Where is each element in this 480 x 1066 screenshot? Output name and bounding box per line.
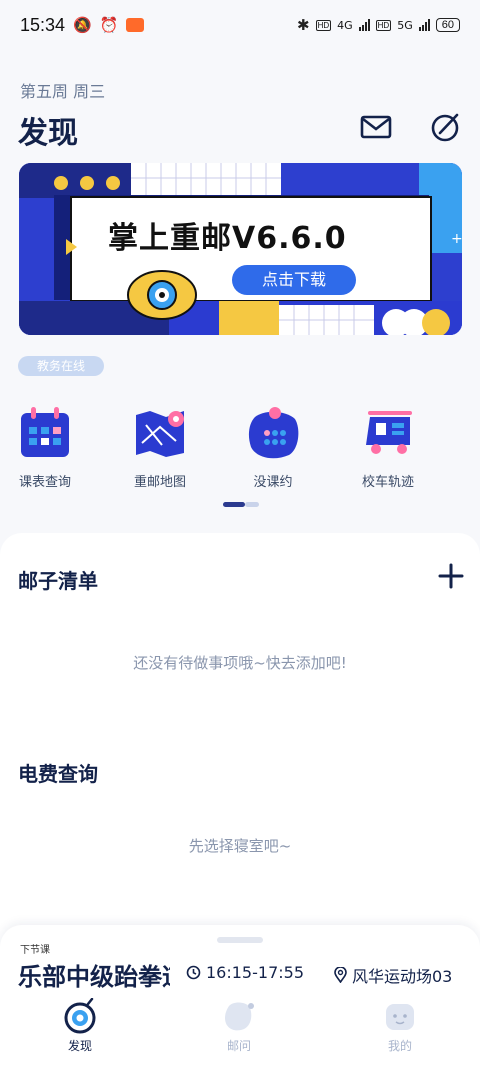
hd-badge: HD bbox=[315, 19, 332, 31]
banner-title: 掌上重邮V6.6.0 bbox=[108, 221, 347, 256]
bluetooth-icon: ✱ bbox=[296, 16, 310, 34]
next-class-location: 风华运动场03 bbox=[334, 963, 452, 987]
tab-label: 邮问 bbox=[226, 1039, 251, 1053]
tab-ask[interactable]: 邮问 bbox=[199, 998, 279, 1054]
edit-button[interactable] bbox=[430, 112, 462, 142]
bus-icon bbox=[366, 411, 412, 454]
download-button[interactable]: 点击下载 bbox=[232, 265, 356, 295]
service-free-time[interactable]: 没课约 bbox=[228, 405, 318, 490]
clock-icon bbox=[186, 965, 201, 980]
bottom-tab-bar: 发现 邮问 我的 bbox=[0, 998, 480, 1060]
tab-profile[interactable]: 我的 bbox=[360, 998, 440, 1054]
service-timetable[interactable]: 课表查询 bbox=[0, 405, 90, 490]
mute-icon: 🔕 bbox=[73, 16, 92, 34]
page-title: 发现 bbox=[18, 116, 78, 151]
schedule-icon bbox=[248, 407, 299, 459]
svg-text:+: + bbox=[451, 231, 462, 247]
services-row: 课表查询 重邮地图 没课约 校车轨迹 bbox=[0, 405, 480, 495]
battery-icon: 60 bbox=[435, 18, 460, 32]
status-bar: 15:34 🔕 ⏰ ✱ HD 4G HD 5G 60 bbox=[0, 0, 480, 50]
electricity-title: 电费查询 bbox=[18, 762, 98, 786]
todo-empty-text: 还没有待做事项哦~快去添加吧! bbox=[133, 654, 347, 672]
mail-icon bbox=[360, 115, 392, 139]
todo-title: 邮子清单 bbox=[18, 569, 98, 593]
service-label: 校车轨迹 bbox=[361, 475, 414, 490]
week-label: 第五周 周三 bbox=[20, 82, 106, 101]
hd-badge-2: HD bbox=[375, 19, 392, 31]
next-class-label: 下节课 bbox=[20, 945, 50, 956]
page-dot-active bbox=[223, 502, 245, 507]
promo-banner[interactable]: + 掌上重邮V6.6.0 点击下载 bbox=[19, 163, 462, 335]
next-class-time: 16:15-17:55 bbox=[186, 963, 304, 982]
profile-icon bbox=[386, 1004, 414, 1030]
calendar-icon bbox=[21, 407, 69, 457]
signal-icon-2 bbox=[418, 19, 430, 31]
alarm-icon: ⏰ bbox=[99, 16, 119, 34]
service-bus[interactable]: 校车轨迹 bbox=[343, 405, 433, 490]
network-5g-label: 5G bbox=[397, 18, 413, 32]
location-pin-icon bbox=[334, 967, 347, 983]
tab-label: 发现 bbox=[67, 1039, 92, 1053]
mail-button[interactable] bbox=[360, 112, 392, 142]
page-dot bbox=[245, 502, 259, 507]
next-class-time-text: 16:15-17:55 bbox=[206, 963, 304, 982]
electricity-empty-text[interactable]: 先选择寝室吧~ bbox=[0, 835, 480, 856]
page-indicator bbox=[223, 502, 259, 507]
service-label: 课表查询 bbox=[18, 475, 71, 490]
discover-icon bbox=[64, 998, 96, 1034]
add-todo-button[interactable] bbox=[438, 563, 464, 589]
status-time: 15:34 bbox=[20, 14, 66, 35]
tab-discover[interactable]: 发现 bbox=[40, 998, 120, 1054]
service-label: 没课约 bbox=[253, 475, 293, 490]
signal-icon bbox=[358, 19, 370, 31]
screen-record-icon bbox=[126, 18, 145, 32]
network-4g-label: 4G bbox=[337, 18, 353, 32]
tab-label: 我的 bbox=[387, 1039, 412, 1053]
plus-icon bbox=[438, 563, 464, 589]
drag-handle[interactable] bbox=[217, 937, 263, 943]
service-map[interactable]: 重邮地图 bbox=[115, 405, 205, 490]
jiaowu-tag[interactable]: 教务在线 bbox=[18, 356, 104, 376]
status-right: ✱ HD 4G HD 5G 60 bbox=[297, 16, 460, 34]
map-icon bbox=[136, 411, 184, 457]
next-class-location-text: 风华运动场03 bbox=[352, 967, 453, 986]
next-course-name: 乐部中级跆拳道 bbox=[18, 963, 170, 991]
status-left: 15:34 🔕 ⏰ bbox=[20, 14, 145, 36]
service-label: 重邮地图 bbox=[133, 475, 186, 490]
edit-icon bbox=[431, 113, 459, 142]
ask-icon bbox=[225, 1002, 254, 1031]
